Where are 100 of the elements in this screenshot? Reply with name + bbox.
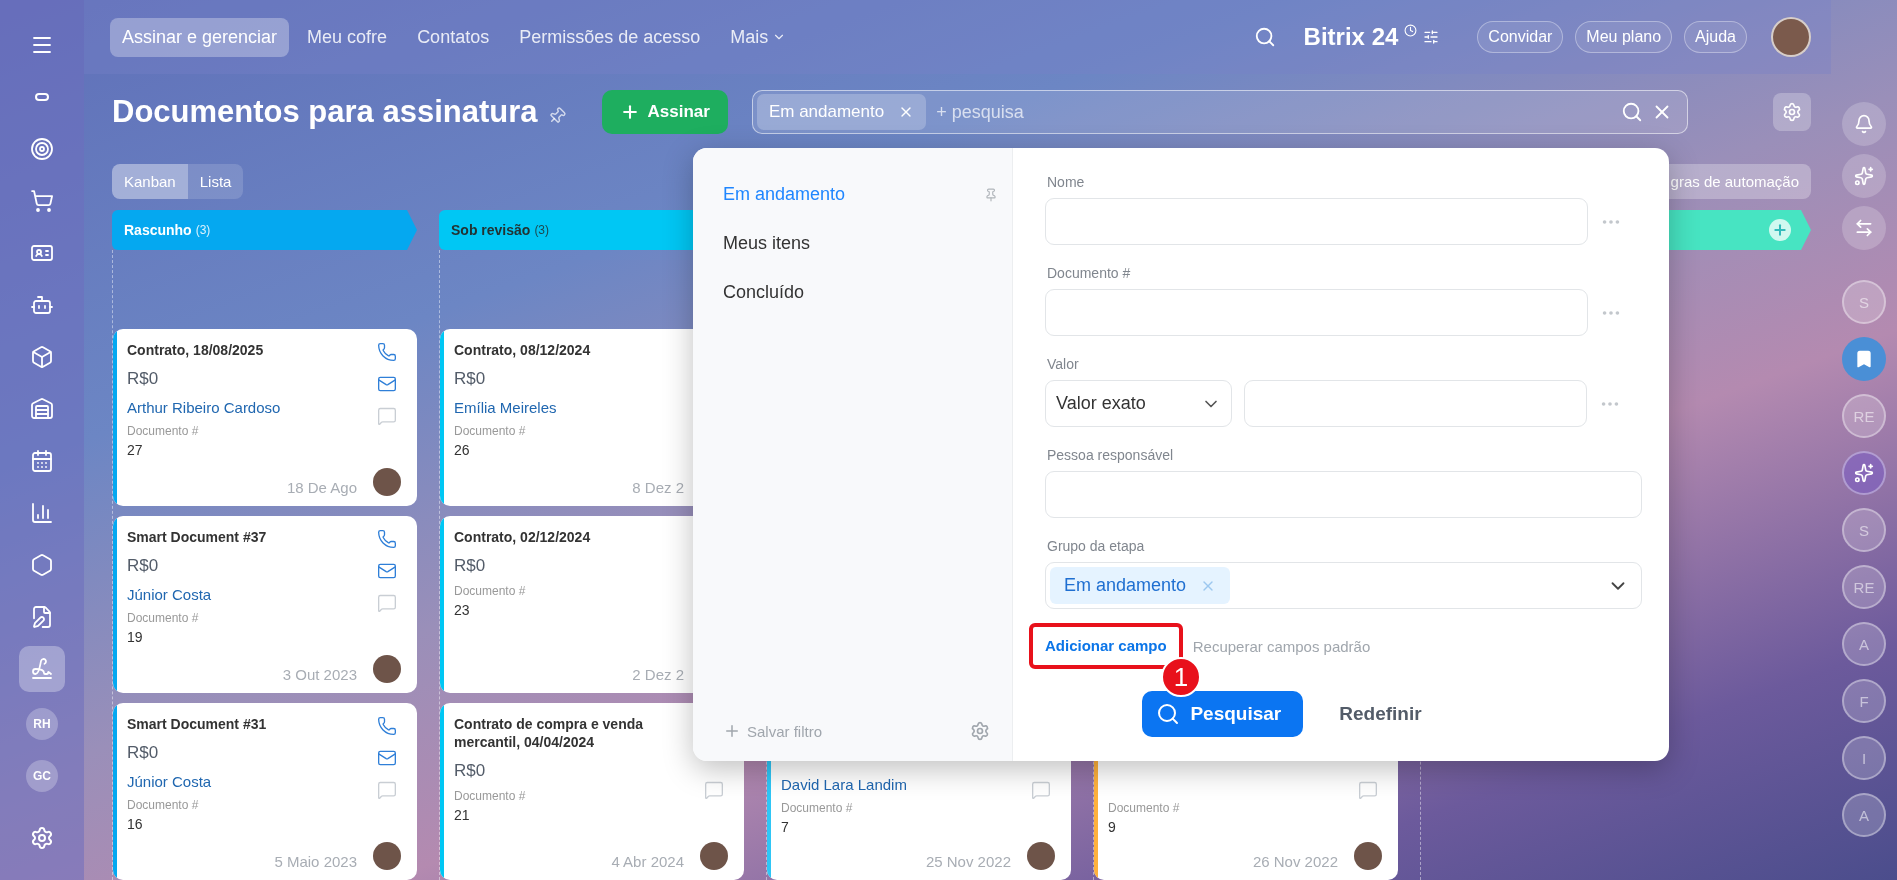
tag: Em andamento <box>1050 567 1231 604</box>
avatar <box>373 655 401 683</box>
comment-icon[interactable] <box>1031 780 1051 800</box>
sparkle-button[interactable] <box>1842 154 1886 198</box>
notification-button[interactable] <box>1842 102 1886 146</box>
column-count: (3) <box>195 223 211 237</box>
dash-icon <box>35 93 49 101</box>
card-title: Smart Document #31 <box>127 715 268 733</box>
sliders-icon[interactable] <box>1423 29 1440 45</box>
bookmark-icon <box>1854 349 1874 369</box>
mail-icon[interactable] <box>377 561 397 581</box>
contact-avatar[interactable]: RE <box>1842 394 1886 438</box>
filter-preset[interactable]: Meus itens <box>723 233 811 254</box>
add-field-link[interactable]: Adicionar campo <box>1045 637 1167 654</box>
kanban-card[interactable]: Smart Document #37 R$0 Júnior Costa Documento # 19 3 Out 2023 <box>113 516 417 693</box>
input-field[interactable] <box>1045 289 1588 336</box>
person-link[interactable]: Júnior Costa <box>127 773 212 790</box>
user-initials[interactable]: GC <box>26 760 58 792</box>
contact-avatar[interactable]: I <box>1842 736 1886 780</box>
phone-icon[interactable] <box>377 716 397 736</box>
contact-avatar[interactable]: RE <box>1842 565 1886 609</box>
add-button[interactable]: Assinar <box>601 90 728 134</box>
card-title: Contrato, 18/08/2025 <box>127 341 265 359</box>
gear-icon <box>1782 102 1802 122</box>
warehouse-icon <box>30 397 54 421</box>
person-link[interactable]: Júnior Costa <box>127 586 212 603</box>
filter-preset[interactable]: Em andamento <box>723 184 846 205</box>
avatar <box>1354 842 1382 870</box>
settings-icon[interactable] <box>970 721 990 741</box>
document-number: 16 <box>127 816 144 832</box>
search-field[interactable]: Em andamento + pesquisa <box>751 90 1688 134</box>
comment-icon[interactable] <box>704 780 724 800</box>
field-label: Documento # <box>127 424 200 438</box>
phone-icon[interactable] <box>377 342 397 362</box>
card-title: Contrato, 08/12/2024 <box>454 341 592 359</box>
bar-chart-icon <box>30 501 54 525</box>
contact-avatar[interactable]: S <box>1842 508 1886 552</box>
person-link[interactable]: Arthur Ribeiro Cardoso <box>127 399 281 416</box>
card-title: Contrato, 02/12/2024 <box>454 528 592 546</box>
field-label: Valor <box>1047 356 1080 372</box>
phone-icon[interactable] <box>377 529 397 549</box>
sidebar-button[interactable] <box>19 646 65 692</box>
search-button[interactable]: Pesquisar <box>1142 691 1304 737</box>
add-button[interactable] <box>1769 219 1791 241</box>
input-field[interactable] <box>1244 380 1587 427</box>
settings-button[interactable] <box>1773 93 1811 131</box>
view-tab[interactable]: Lista <box>187 163 244 199</box>
input-field[interactable] <box>1045 471 1642 518</box>
field-label: Documento # <box>454 584 527 598</box>
contact-avatar[interactable]: A <box>1842 622 1886 666</box>
search-input[interactable]: + pesquisa <box>934 100 1613 124</box>
kanban-card[interactable]: Contrato de compra e venda mercantil, 04/04/2024 R$0 Documento # 21 4 Abr 2024 <box>440 703 744 880</box>
view-tab[interactable]: Kanban <box>112 163 188 199</box>
tag-select-field[interactable]: Em andamento <box>1045 562 1642 609</box>
card-price: R$0 <box>454 369 487 389</box>
nav-tab[interactable]: Meu cofre <box>295 17 400 57</box>
card-price: R$0 <box>127 556 160 576</box>
bell-icon <box>1854 114 1874 134</box>
mail-icon[interactable] <box>377 748 397 768</box>
input-field[interactable] <box>1045 198 1588 245</box>
person-link[interactable]: David Lara Landim <box>781 776 907 793</box>
card-date: 25 Nov 2022 <box>924 853 1011 870</box>
nav-tab[interactable]: Contatos <box>405 17 502 57</box>
column-title: Rascunho <box>124 222 192 238</box>
select-field[interactable]: Valor exato <box>1045 380 1232 427</box>
bookmark-button[interactable] <box>1842 337 1886 381</box>
user-initials[interactable]: RH <box>26 708 58 740</box>
sparkle-button[interactable] <box>1842 451 1886 495</box>
pin-icon[interactable] <box>984 187 998 202</box>
contact-avatar[interactable]: F <box>1842 679 1886 723</box>
gear-icon <box>30 826 54 850</box>
user-avatar[interactable] <box>1771 17 1811 57</box>
card-title: Smart Document #37 <box>127 528 268 546</box>
header-button[interactable]: Ajuda <box>1684 21 1747 53</box>
document-number: 23 <box>454 602 471 618</box>
nav-tab[interactable]: Permissões de acesso <box>507 17 713 57</box>
chat-button[interactable] <box>1842 206 1886 250</box>
header-button[interactable]: Convidar <box>1477 21 1564 53</box>
mail-icon[interactable] <box>377 374 397 394</box>
nav-tab[interactable]: Assinar e gerenciar <box>110 17 290 57</box>
robot-icon <box>30 293 54 317</box>
plus-icon <box>1772 222 1788 238</box>
person-link[interactable]: Emília Meireles <box>454 399 557 416</box>
nav-tab[interactable]: Mais <box>718 17 799 57</box>
arrows-icon <box>1854 218 1874 238</box>
filter-preset[interactable]: Concluído <box>723 282 805 303</box>
document-number: 21 <box>454 807 471 823</box>
restore-fields-link[interactable]: Recuperar campos padrão <box>1192 637 1371 655</box>
header-button[interactable]: Meu plano <box>1575 21 1673 53</box>
kanban-card[interactable]: Smart Document #31 R$0 Júnior Costa Documento # 16 5 Maio 2023 <box>113 703 417 880</box>
field-label: Grupo da etapa <box>1047 538 1146 554</box>
card-date: 4 Abr 2024 <box>610 853 684 870</box>
kanban-card[interactable]: Contrato, 18/08/2025 R$0 Arthur Ribeiro Cardoso Documento # 27 18 De Ago <box>113 329 417 506</box>
comment-icon[interactable] <box>1358 780 1378 800</box>
field-label: Documento # <box>1108 801 1181 815</box>
search-icon[interactable] <box>1620 101 1643 123</box>
contact-avatar[interactable]: A <box>1842 793 1886 837</box>
field-label: Documento # <box>127 798 200 812</box>
logo: Bitrix 24 <box>1303 23 1399 51</box>
card-date: 26 Nov 2022 <box>1251 853 1338 870</box>
